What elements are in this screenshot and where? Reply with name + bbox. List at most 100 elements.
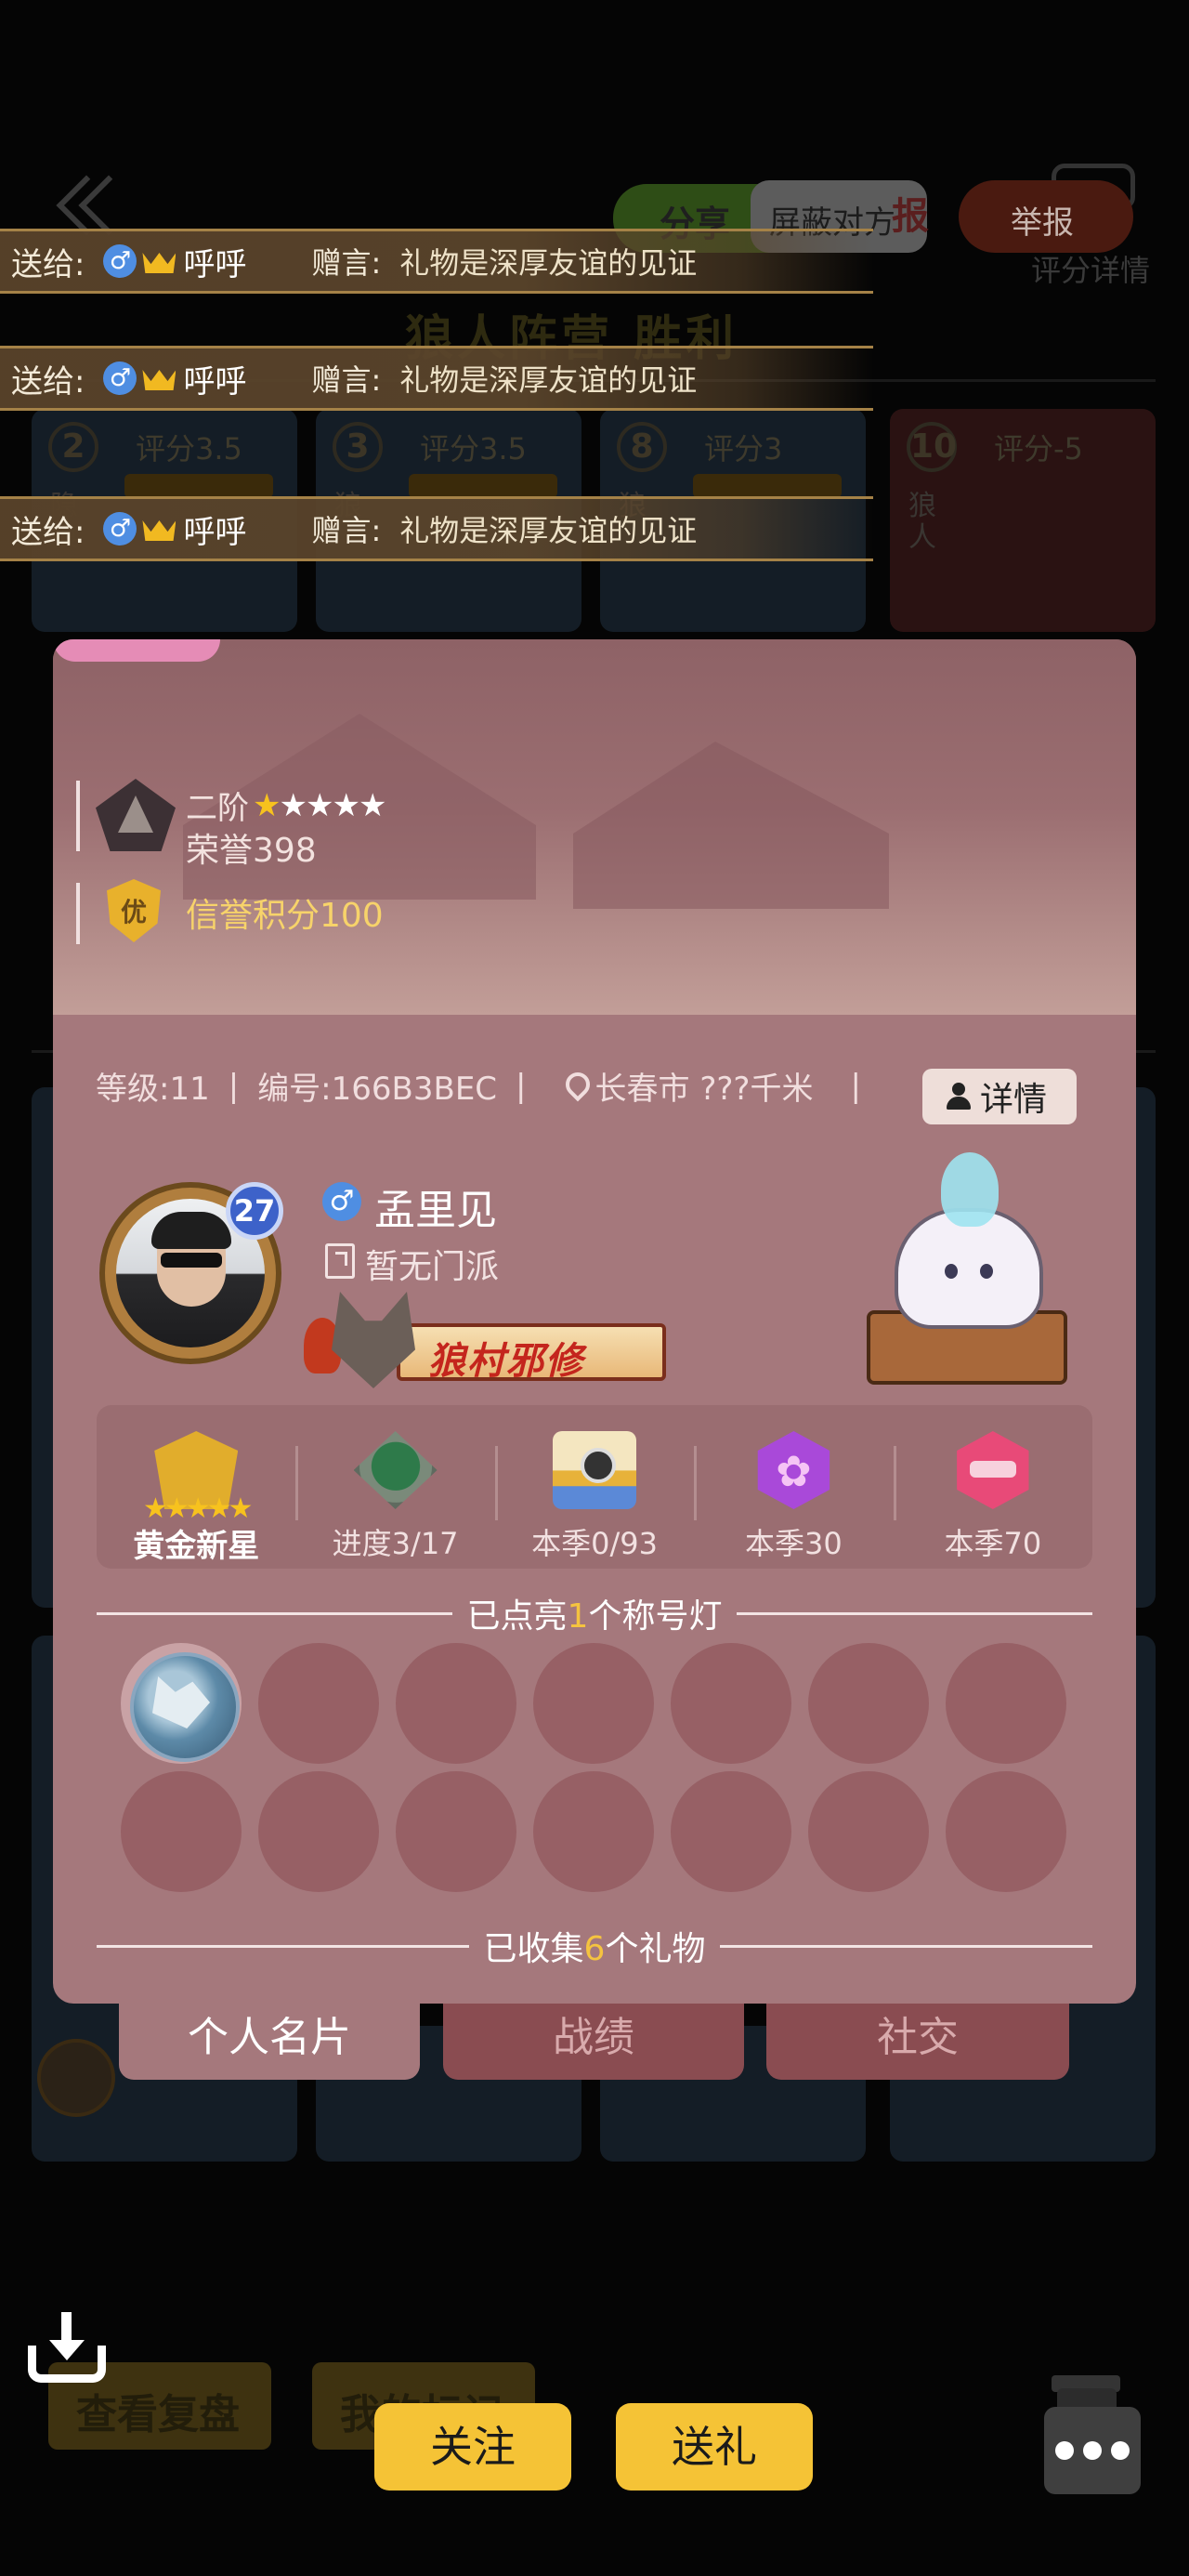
tab-record[interactable]: 战绩 [443, 2004, 744, 2080]
player-card: 10 评分-5 狼人 [890, 409, 1156, 632]
stat-progress[interactable]: 进度3/17 [295, 1405, 494, 1569]
download-icon[interactable] [24, 2310, 110, 2386]
title-light-slot[interactable] [671, 1771, 791, 1892]
detail-button[interactable]: 详情 [922, 1069, 1077, 1124]
title-badge[interactable]: 狼村邪修 [304, 1292, 679, 1392]
title-light-slot[interactable] [396, 1771, 516, 1892]
star-icon: ★ [358, 786, 387, 824]
player-number: 3 [333, 422, 383, 472]
gifts-header: 已收集6个礼物 [97, 1922, 1092, 1970]
user-location: 长春市 ???千米 [594, 1071, 814, 1108]
banner-prefix: 送给: [11, 245, 85, 283]
title-light-wolf-icon[interactable] [121, 1643, 242, 1764]
credit-shield-icon: 优 [107, 879, 161, 942]
banner-msg-label: 赠言: [311, 362, 382, 398]
more-icon[interactable] [1044, 2407, 1141, 2494]
male-icon: ♂ [103, 512, 137, 545]
stat-label: 本季70 [944, 1526, 1042, 1561]
location-pin-icon [564, 1072, 588, 1100]
person-icon [945, 1083, 973, 1111]
crown-icon [142, 247, 176, 275]
rank-label: 二阶 [186, 790, 249, 827]
sunglasses-icon [957, 1431, 1029, 1509]
stat-rose[interactable]: 本季30 [694, 1405, 893, 1569]
honor-points: 荣誉398 [186, 832, 317, 870]
title-lights-text: 已点亮1个称号灯 [466, 1597, 723, 1636]
player-score: 评分3 [704, 431, 783, 467]
title-light-slot[interactable] [258, 1771, 379, 1892]
star-icon: ★ [305, 786, 334, 824]
title-light-slot[interactable] [533, 1643, 654, 1764]
title-light-slot[interactable] [808, 1771, 929, 1892]
info-row: 等级:11 | 编号:166B3BEC | 长春市 ???千米 | [96, 1063, 880, 1109]
separator: | [516, 1067, 527, 1105]
title-badge-label: 狼村邪修 [428, 1340, 584, 1383]
player-number: 10 [907, 422, 957, 472]
pet-ghost-icon[interactable] [867, 1152, 1067, 1385]
tab-social[interactable]: 社交 [766, 2004, 1069, 2080]
title-light-slot[interactable] [258, 1643, 379, 1764]
title-light-slot[interactable] [671, 1643, 791, 1764]
divider [76, 883, 80, 944]
tab-profile-card[interactable]: 个人名片 [119, 2004, 420, 2080]
stat-gold-rank[interactable]: ★★★★★ 黄金新星 [97, 1405, 295, 1569]
gift-banner: 送给: ♂ 呼呼 赠言: 礼物是深厚友谊的见证 [0, 229, 873, 294]
user-level: 等级:11 [96, 1071, 210, 1108]
crown-icon [142, 515, 176, 543]
rank-stars: ★★★★★ [253, 786, 387, 824]
back-icon [56, 177, 121, 232]
stat-sunglasses[interactable]: 本季70 [893, 1405, 1092, 1569]
user-id: 编号:166B3BEC [257, 1071, 498, 1108]
star-icon: ★ [253, 786, 281, 824]
divider [76, 781, 80, 851]
credit-score: 信誉积分100 [186, 897, 384, 935]
credit-badge-label: 优 [120, 897, 147, 927]
avatar-level-badge: 27 [226, 1182, 283, 1240]
guild-flag-icon [325, 1243, 355, 1279]
player-number: 2 [48, 422, 98, 472]
title-light-slots [121, 1643, 1079, 1892]
stat-label: 本季0/93 [531, 1526, 658, 1561]
rose-icon [757, 1431, 830, 1509]
banner-name: 呼呼 [183, 513, 247, 551]
report-button[interactable]: 举报 [959, 180, 1133, 253]
stat-label: 黄金新星 [133, 1528, 260, 1565]
rank-info: 二阶 ★★★★★ [186, 782, 387, 828]
separator: | [228, 1067, 240, 1105]
stat-label: 进度3/17 [332, 1526, 459, 1561]
male-icon: ♂ [103, 244, 137, 278]
banner-prefix: 送给: [11, 513, 85, 551]
gift-banner: 送给: ♂ 呼呼 赠言: 礼物是深厚友谊的见证 [0, 346, 873, 411]
male-icon: ♂ [322, 1182, 361, 1221]
pink-tab [53, 639, 220, 662]
title-light-slot[interactable] [533, 1771, 654, 1892]
male-icon: ♂ [103, 361, 137, 395]
player-score: 评分3.5 [420, 431, 527, 467]
player-tag [409, 474, 557, 498]
gift-banner: 送给: ♂ 呼呼 赠言: 礼物是深厚友谊的见证 [0, 496, 873, 561]
stats-row: ★★★★★ 黄金新星 进度3/17 本季0/93 本季30 本季70 [97, 1405, 1092, 1569]
follow-button[interactable]: 关注 [374, 2403, 571, 2491]
player-tag [693, 474, 842, 498]
username: 孟里见 [374, 1187, 497, 1234]
title-scroll: 狼村邪修 [397, 1323, 666, 1383]
banner-msg: 礼物是深厚友谊的见证 [399, 362, 698, 398]
title-light-slot[interactable] [121, 1771, 242, 1892]
village-background [573, 742, 889, 909]
rank-emblem-icon [96, 779, 176, 851]
title-light-slot[interactable] [396, 1643, 516, 1764]
send-gift-button[interactable]: 送礼 [616, 2403, 813, 2491]
avatar [37, 2039, 115, 2117]
player-number: 8 [617, 422, 667, 472]
title-light-slot[interactable] [946, 1771, 1066, 1892]
player-role: 狼人 [908, 490, 936, 554]
title-lights-header: 已点亮1个称号灯 [97, 1589, 1092, 1637]
separator: | [850, 1067, 861, 1105]
title-light-slot[interactable] [808, 1643, 929, 1764]
banner-msg-label: 赠言: [311, 513, 382, 548]
stat-camera[interactable]: 本季0/93 [494, 1405, 694, 1569]
camera-icon [553, 1431, 637, 1509]
banner-msg: 礼物是深厚友谊的见证 [399, 513, 698, 548]
score-detail-label: 评分详情 [1031, 253, 1151, 288]
title-light-slot[interactable] [946, 1643, 1066, 1764]
